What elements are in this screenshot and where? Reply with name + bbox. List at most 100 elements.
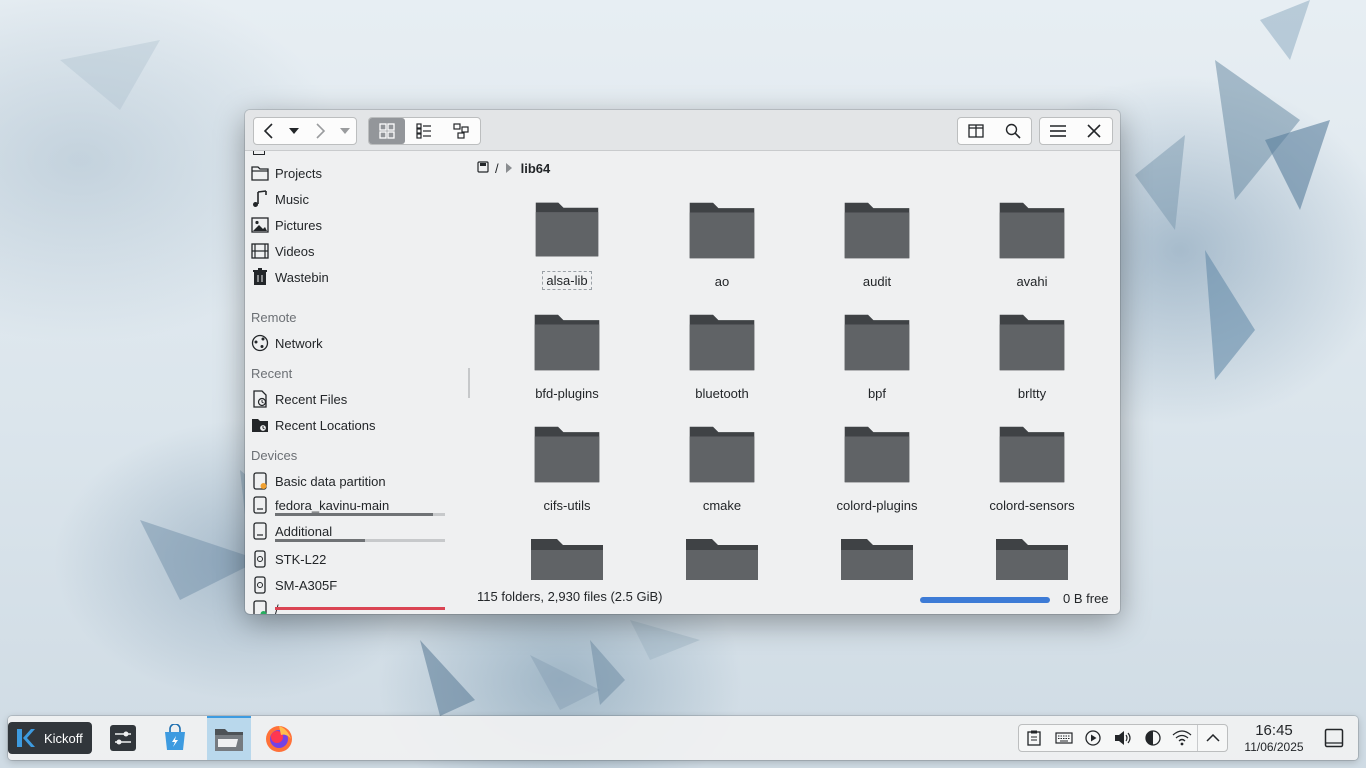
tray-expand[interactable] — [1197, 725, 1227, 751]
folder-icon — [999, 426, 1065, 483]
dolphin-file-manager-icon — [215, 729, 243, 751]
sidebar-item-stk-l22[interactable]: STK-L22 — [251, 547, 326, 571]
drive-icon[interactable] — [477, 160, 489, 176]
menu-close-group — [1039, 117, 1113, 145]
tray-media-player[interactable] — [1078, 725, 1108, 751]
free-space-bar — [920, 597, 1050, 603]
folder-icon — [689, 426, 755, 483]
folder-item[interactable]: brltty — [972, 302, 1092, 402]
sidebar-item-projects[interactable]: Projects — [251, 161, 322, 185]
kde-logo-icon — [17, 729, 35, 747]
firefox-icon — [266, 726, 292, 752]
tray-night-color[interactable] — [1138, 725, 1168, 751]
sidebar-item-wastebin[interactable]: Wastebin — [251, 265, 329, 289]
show-desktop-button[interactable] — [1320, 724, 1348, 752]
forward-history-button[interactable] — [334, 118, 356, 144]
folder-item[interactable] — [662, 526, 782, 580]
folder-item[interactable]: ao — [662, 190, 782, 290]
folder-name: alsa-lib — [542, 271, 592, 290]
sidebar-item-recent-locations[interactable]: Recent Locations — [251, 413, 375, 437]
chevron-down-icon — [289, 128, 300, 134]
compact-view-button[interactable] — [405, 118, 442, 144]
task-dolphin[interactable] — [207, 716, 251, 760]
folder-name: brltty — [1017, 386, 1047, 401]
task-discover[interactable] — [155, 716, 195, 760]
folder-item[interactable]: cmake — [662, 414, 782, 514]
folder-icon — [251, 164, 269, 182]
breadcrumb-root[interactable]: / — [495, 161, 499, 176]
media-player-icon — [1085, 730, 1101, 746]
digital-clock[interactable]: 16:45 11/06/2025 — [1234, 722, 1314, 754]
sidebar-item-music[interactable]: Music — [251, 187, 309, 211]
tray-volume[interactable] — [1108, 725, 1138, 751]
breadcrumb-current[interactable]: lib64 — [521, 161, 551, 176]
panel-splitter-handle[interactable] — [468, 368, 470, 398]
compact-view-icon — [416, 123, 431, 139]
folder-item[interactable]: audit — [817, 190, 937, 290]
recent-heading: Recent — [251, 366, 293, 381]
system-settings-icon — [110, 725, 136, 751]
music-icon — [251, 190, 269, 208]
sidebar-item-basic-data-partition[interactable]: Basic data partition — [251, 469, 386, 493]
sidebar-item-label: Recent Files — [275, 391, 348, 407]
back-button[interactable] — [254, 118, 283, 144]
folder-item[interactable]: bfd-plugins — [507, 302, 627, 402]
folder-icon — [844, 426, 910, 483]
icons-view-button[interactable] — [369, 118, 406, 144]
folder-icon — [534, 426, 600, 483]
tray-keyboard[interactable] — [1049, 725, 1079, 751]
folder-icon — [996, 539, 1068, 580]
search-button[interactable] — [995, 118, 1032, 144]
folder-item[interactable]: alsa-lib — [507, 190, 627, 290]
folder-icon — [689, 202, 755, 259]
network-icon — [251, 334, 269, 352]
folder-name: cmake — [702, 498, 742, 513]
volume-icon — [1115, 731, 1131, 745]
folder-item[interactable]: cifs-utils — [507, 414, 627, 514]
sidebar-item-sm-a305f[interactable]: SM-A305F — [251, 573, 337, 597]
phone-icon — [251, 576, 269, 594]
hamburger-menu-button[interactable] — [1040, 118, 1076, 144]
task-firefox[interactable] — [259, 716, 299, 760]
chevron-down-icon — [340, 128, 351, 134]
usage-bar — [275, 607, 445, 610]
sidebar-item-label: Projects — [275, 165, 322, 181]
sidebar-item-label: SM-A305F — [275, 577, 338, 593]
folder-item[interactable] — [817, 526, 937, 580]
folder-item[interactable] — [507, 526, 627, 580]
task-system-settings[interactable] — [103, 716, 143, 760]
close-button[interactable] — [1076, 118, 1112, 144]
tray-wifi[interactable] — [1168, 725, 1198, 751]
discover-store-icon — [165, 724, 185, 750]
sidebar-item-network[interactable]: Network — [251, 331, 323, 355]
sidebar-item-root[interactable]: / — [251, 597, 279, 614]
sidebar-item-label: Recent Locations — [275, 417, 376, 433]
folder-item[interactable]: colord-sensors — [972, 414, 1092, 514]
drive-icon — [251, 522, 269, 540]
details-view-button[interactable] — [443, 118, 480, 144]
folder-item[interactable]: avahi — [972, 190, 1092, 290]
split-view-button[interactable] — [958, 118, 995, 144]
split-view-icon — [968, 124, 984, 138]
folder-item[interactable]: colord-plugins — [817, 414, 937, 514]
sidebar-item-pictures[interactable]: Pictures — [251, 213, 322, 237]
back-history-button[interactable] — [283, 118, 305, 144]
kickoff-button[interactable]: Kickoff — [8, 722, 92, 754]
tray-clipboard[interactable] — [1019, 725, 1049, 751]
folder-icon — [531, 539, 603, 580]
videos-icon — [251, 242, 269, 260]
folder-icon — [844, 202, 910, 259]
folder-item[interactable]: bpf — [817, 302, 937, 402]
folder-item[interactable]: bluetooth — [662, 302, 782, 402]
root-drive-icon — [251, 600, 269, 614]
navigation-group — [253, 117, 357, 145]
folder-name: audit — [862, 274, 892, 289]
folder-item[interactable] — [972, 526, 1092, 580]
forward-button[interactable] — [305, 118, 334, 144]
sidebar-item-recent-files[interactable]: Recent Files — [251, 387, 347, 411]
clock-date: 11/06/2025 — [1244, 740, 1304, 754]
usage-bar — [275, 539, 445, 542]
view-mode-group — [368, 117, 481, 145]
folder-name: bluetooth — [695, 386, 749, 401]
sidebar-item-videos[interactable]: Videos — [251, 239, 315, 263]
